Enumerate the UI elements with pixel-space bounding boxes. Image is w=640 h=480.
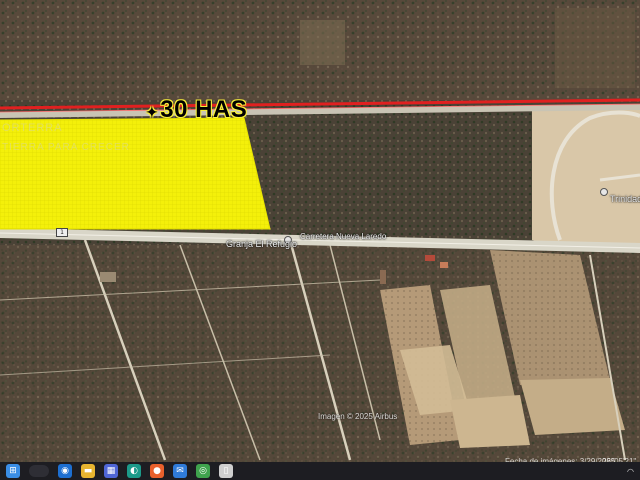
- road-label: Carretera Nueva Laredo: [300, 232, 387, 241]
- parcel-area-label[interactable]: ✦30 HAS: [146, 96, 247, 124]
- widgets-icon[interactable]: ◉: [58, 464, 72, 478]
- field-4: [520, 378, 625, 435]
- windows-start-icon[interactable]: ⊞: [6, 464, 20, 478]
- system-tray[interactable]: ◠: [627, 462, 634, 480]
- taskbar: ⊞ ◉ ▬ ▦ ◐ ● ✉ ◎ ▯: [0, 462, 640, 480]
- road-shield-icon: 1: [56, 228, 68, 237]
- file-explorer-icon[interactable]: ▬: [81, 464, 95, 478]
- imagery-copyright: Imagen © 2025 Airbus: [318, 412, 398, 421]
- document-icon[interactable]: ▯: [219, 464, 233, 478]
- watermark-slogan: TIERRA PARA CRECER: [2, 142, 130, 153]
- chrome-icon[interactable]: ◎: [196, 464, 210, 478]
- parcel-polygon[interactable]: [0, 117, 271, 230]
- watermark-brand: ORTERRA: [2, 122, 63, 134]
- parcel-area-text: 30 HAS: [160, 96, 248, 123]
- map-pin-icon: ✦: [146, 104, 159, 120]
- cleared-area: [532, 108, 640, 250]
- map-viewport[interactable]: ✦30 HAS ORTERRA TIERRA PARA CRECER 1 Gra…: [0, 0, 640, 480]
- store-icon[interactable]: ▦: [104, 464, 118, 478]
- edge-icon[interactable]: ◐: [127, 464, 141, 478]
- firefox-icon[interactable]: ●: [150, 464, 164, 478]
- location-pin-icon-right[interactable]: [600, 188, 608, 196]
- poi-label-right[interactable]: Trinidad: [610, 194, 640, 204]
- search-icon[interactable]: [29, 465, 49, 477]
- wifi-icon[interactable]: ◠: [627, 467, 634, 476]
- poi-label[interactable]: Granja El Refugio: [226, 239, 297, 249]
- mail-icon[interactable]: ✉: [173, 464, 187, 478]
